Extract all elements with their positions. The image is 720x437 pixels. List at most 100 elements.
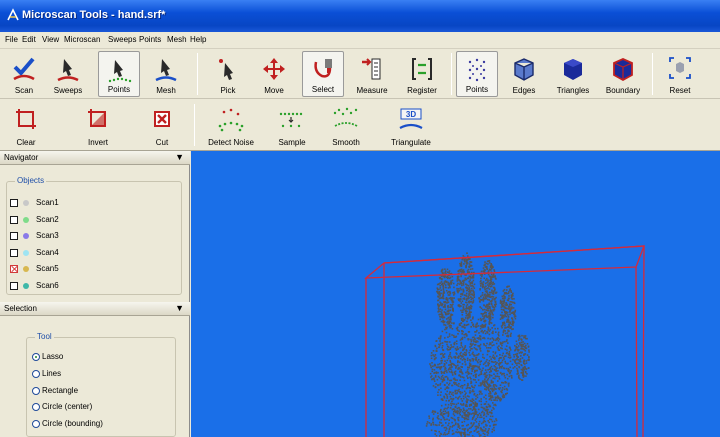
cloud-point [492, 354, 495, 357]
cloud-point [466, 370, 469, 373]
tool-label: Circle (center) [42, 402, 93, 412]
cloud-point [470, 326, 472, 328]
edges-button[interactable]: Edges [504, 51, 544, 97]
cloud-point [446, 387, 448, 389]
select-button[interactable]: Select [302, 51, 344, 97]
cloud-point [486, 374, 488, 377]
cloud-point [513, 316, 516, 318]
cloud-point [469, 349, 471, 352]
cloud-point [487, 369, 489, 371]
cloud-point [465, 333, 468, 336]
visibility-checkbox[interactable] [10, 281, 18, 290]
cloud-point [482, 353, 484, 356]
cloud-point [465, 409, 467, 412]
cloud-point [506, 299, 509, 301]
mesh-button[interactable]: Mesh [146, 51, 186, 97]
points-button[interactable]: Points [98, 51, 140, 97]
toolbar-separator [652, 53, 653, 95]
cloud-point [433, 364, 436, 367]
cloud-point [490, 277, 492, 280]
cloud-point [480, 295, 482, 298]
triangles-button[interactable]: Triangles [550, 51, 596, 97]
menu-help[interactable]: Help [190, 35, 206, 44]
cloud-point [440, 370, 443, 373]
cloud-point [457, 333, 459, 335]
cloud-point [484, 388, 486, 390]
sample-button[interactable]: Sample [268, 102, 316, 149]
navigator-header[interactable]: Navigator ▼ [0, 151, 190, 165]
menu-file[interactable]: File [5, 35, 18, 44]
boundary-button[interactable]: Boundary [600, 51, 646, 97]
menu-sweeps[interactable]: Sweeps [108, 35, 136, 44]
cloud-point [466, 398, 468, 400]
visibility-checkbox[interactable] [10, 232, 18, 240]
cloud-point [442, 297, 444, 300]
cloud-point [463, 353, 466, 356]
visibility-checkbox[interactable] [10, 248, 18, 257]
visibility-checkbox[interactable] [10, 199, 18, 207]
cloud-point [471, 284, 474, 287]
3d-viewport[interactable] [191, 151, 720, 437]
cloud-point [517, 372, 519, 375]
detect-noise-button[interactable]: Detect Noise [200, 102, 262, 149]
cloud-point [446, 390, 448, 393]
clear-button[interactable]: Clear [4, 102, 48, 149]
cloud-point [497, 347, 499, 350]
visibility-checkbox[interactable] [10, 215, 18, 224]
cloud-point [515, 345, 518, 348]
menu-edit[interactable]: Edit [22, 35, 36, 44]
cloud-point [452, 303, 454, 306]
tool-radio[interactable] [32, 353, 40, 361]
title-bar[interactable]: Microscan Tools - hand.srf* [0, 0, 720, 32]
points-view-button[interactable]: Points [456, 51, 498, 97]
smooth-button[interactable]: Smooth [322, 102, 370, 149]
cloud-point [439, 340, 441, 342]
cloud-point [437, 391, 439, 394]
collapse-arrow-icon[interactable]: ▼ [175, 152, 184, 162]
triangulate-button[interactable]: 3D Triangulate [382, 102, 440, 149]
move-button[interactable]: Move [254, 51, 294, 97]
cloud-point [464, 363, 467, 366]
menu-mesh[interactable]: Mesh [167, 35, 187, 44]
register-button[interactable]: Register [398, 51, 446, 97]
menu-points[interactable]: Points [139, 35, 161, 44]
cloud-point [516, 343, 518, 345]
cloud-point [466, 259, 468, 261]
scan-button[interactable]: Scan [4, 51, 44, 97]
cut-button[interactable]: Cut [140, 102, 184, 149]
cloud-point [464, 428, 467, 430]
cloud-point [473, 430, 476, 432]
menu-view[interactable]: View [42, 35, 59, 44]
cloud-point [479, 382, 482, 384]
tool-radio[interactable] [32, 369, 40, 378]
cloud-point [504, 324, 506, 327]
cloud-point [455, 327, 458, 330]
cloud-point [446, 397, 449, 399]
cloud-point [438, 313, 440, 316]
cloud-point [472, 389, 474, 391]
cloud-point [473, 347, 476, 349]
tool-radio[interactable] [32, 386, 40, 395]
cloud-point [486, 294, 489, 296]
cloud-point [447, 316, 450, 319]
cloud-point [456, 392, 458, 394]
pick-button[interactable]: Pick [208, 51, 248, 97]
sweeps-button[interactable]: Sweeps [48, 51, 88, 97]
invert-button[interactable]: Invert [76, 102, 120, 149]
cloud-point [450, 416, 453, 419]
invert-selection-icon [88, 109, 106, 127]
cloud-point [496, 362, 498, 364]
visibility-checkbox[interactable] [10, 265, 18, 273]
cloud-point [472, 274, 475, 276]
measure-button[interactable]: Measure [350, 51, 394, 97]
cloud-point [497, 331, 500, 334]
cloud-point [491, 431, 493, 433]
selection-header[interactable]: Selection ▼ [0, 302, 190, 316]
reset-button[interactable]: Reset [660, 51, 700, 97]
collapse-arrow-icon[interactable]: ▼ [175, 303, 184, 313]
menu-microscan[interactable]: Microscan [64, 35, 100, 44]
cloud-point [461, 425, 463, 427]
cloud-point [464, 358, 466, 361]
cloud-point [504, 355, 506, 358]
cloud-point [469, 316, 471, 318]
